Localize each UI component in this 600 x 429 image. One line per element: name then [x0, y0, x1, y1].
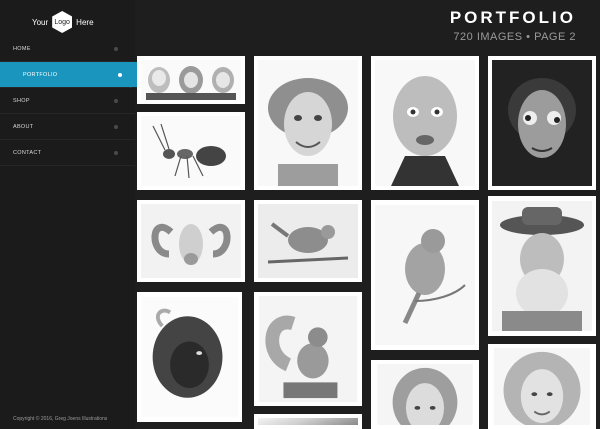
squirrel-icon — [258, 296, 358, 402]
cowboy-portrait-icon — [492, 201, 592, 331]
gallery-thumb-larry-portrait[interactable] — [254, 56, 362, 190]
marty-feldman-portrait-icon — [492, 60, 592, 186]
songbird-icon — [375, 205, 475, 345]
nav-item-about[interactable]: ABOUT — [0, 114, 135, 140]
logo-text-right: Here — [76, 17, 94, 27]
gallery-thumb-wren[interactable] — [254, 200, 362, 282]
main-nav: HOME PORTFOLIO SHOP ABOUT CONTACT — [0, 36, 137, 166]
logo[interactable]: Your Logo Here — [32, 8, 94, 36]
gallery-thumb-bison[interactable] — [137, 292, 242, 422]
copyright: Copyright © 2016, Greg Joens Illustratio… — [13, 416, 108, 422]
gallery-thumb-partial[interactable] — [254, 414, 362, 429]
nav-dot-icon — [114, 125, 118, 129]
page: Your Logo Here HOME PORTFOLIO SHOP ABOUT — [0, 0, 600, 429]
gallery-thumb-marty-portrait[interactable] — [488, 56, 596, 190]
nav-item-label: CONTACT — [13, 149, 42, 156]
woman-portrait-icon — [377, 364, 473, 425]
gallery-thumb-songbird[interactable] — [371, 200, 479, 350]
nav-dot-icon — [118, 73, 122, 77]
larry-portrait-icon — [258, 60, 358, 186]
bison-icon — [141, 296, 238, 418]
gallery-thumb-cowboy-portrait[interactable] — [488, 196, 596, 336]
sidebar: Your Logo Here HOME PORTFOLIO SHOP ABOUT — [0, 0, 137, 429]
nav-item-label: HOME — [13, 45, 31, 52]
image-count-page-indicator: 720 IMAGES • PAGE 2 — [453, 31, 576, 43]
nav-dot-icon — [114, 47, 118, 51]
curly-portrait-icon — [375, 60, 475, 186]
nav-item-label: SHOP — [13, 97, 30, 104]
gallery-thumb-squirrel[interactable] — [254, 292, 362, 406]
ant-icon — [141, 116, 241, 186]
nav-item-portfolio[interactable]: PORTFOLIO — [0, 62, 137, 88]
gallery-thumb-woman-portrait[interactable] — [371, 360, 479, 429]
nav-item-contact[interactable]: CONTACT — [0, 140, 135, 166]
logo-mark-text: Logo — [54, 18, 70, 26]
gallery-thumb-ram[interactable] — [137, 200, 245, 282]
ram-icon — [141, 204, 241, 278]
three-stooges-icon — [141, 60, 241, 100]
nav-dot-icon — [114, 99, 118, 103]
logo-hexagon-icon: Logo — [52, 11, 73, 33]
nav-item-label: ABOUT — [13, 123, 34, 130]
gallery-thumb-curly-portrait[interactable] — [371, 56, 479, 190]
nav-item-home[interactable]: HOME — [0, 36, 135, 62]
nav-item-shop[interactable]: SHOP — [0, 88, 135, 114]
nav-dot-icon — [114, 151, 118, 155]
wren-icon — [258, 204, 358, 278]
farrah-portrait-icon — [493, 348, 591, 425]
logo-text-left: Your — [32, 17, 49, 27]
gallery-thumb-farrah-portrait[interactable] — [488, 344, 596, 429]
gallery-thumb-three-stooges[interactable] — [137, 56, 245, 104]
gallery-thumb-ant[interactable] — [137, 112, 245, 190]
nav-item-label: PORTFOLIO — [23, 71, 58, 78]
page-title: PORTFOLIO — [449, 8, 576, 27]
thumb-placeholder — [258, 418, 358, 425]
